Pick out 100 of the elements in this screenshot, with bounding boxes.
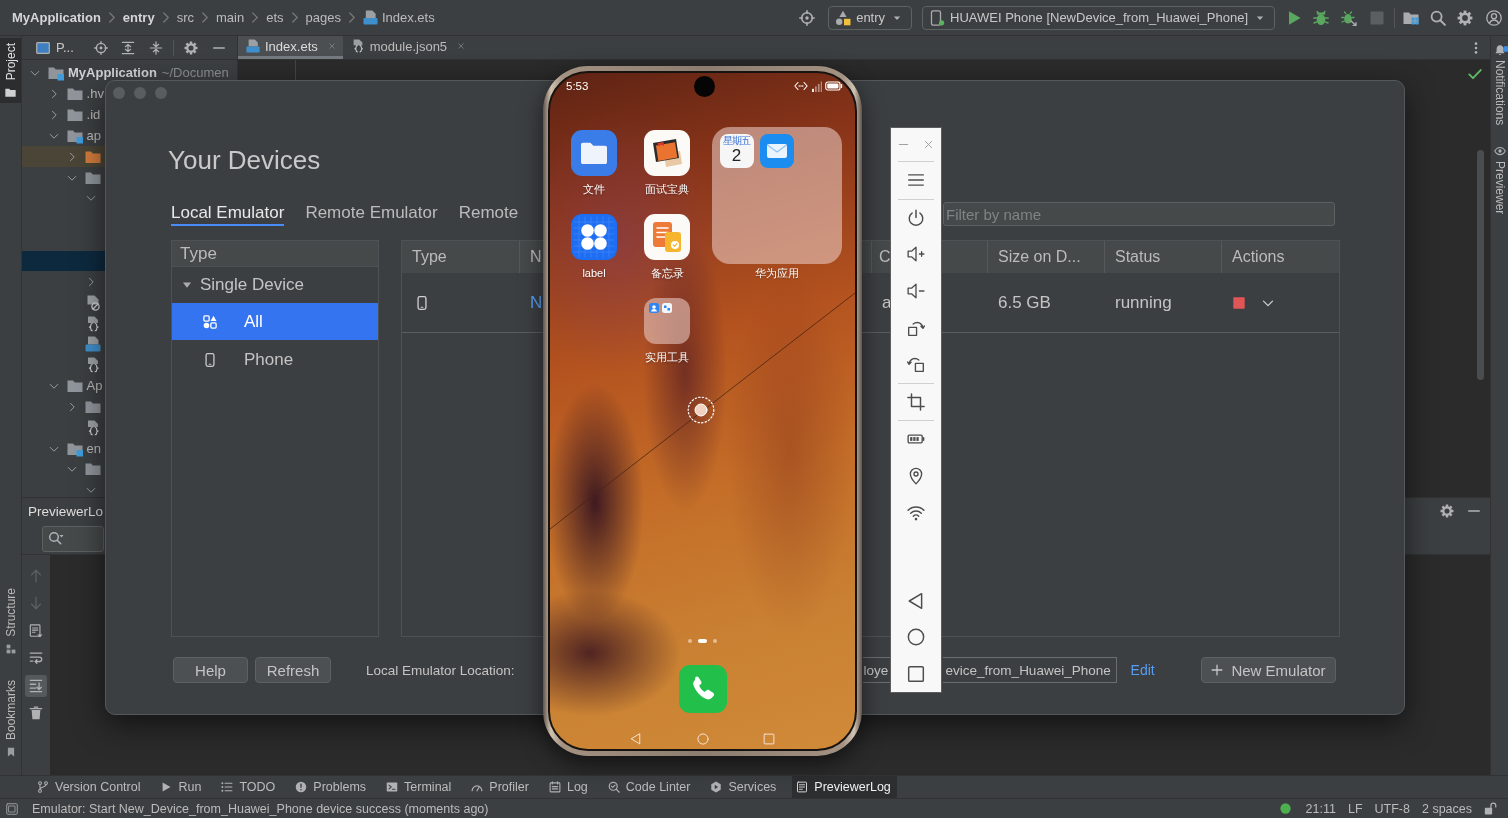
tree-item[interactable]: ap [22,125,105,147]
settings-icon[interactable] [1457,9,1473,26]
recents-icon[interactable] [907,664,925,683]
tree-item[interactable]: Ap [22,375,105,397]
app-folder[interactable] [644,298,690,344]
tool-window-button[interactable]: Run [156,776,208,798]
tool-window-button[interactable]: Problems [291,776,373,798]
back-icon[interactable] [907,591,925,610]
edit-link[interactable]: Edit [1130,662,1155,678]
tool-window-button[interactable]: Profiler [467,776,535,798]
expand-all-icon[interactable] [120,40,135,55]
device-group-item[interactable]: Single Device [172,267,378,303]
new-emulator-button[interactable]: New Emulator [1201,657,1336,683]
app-shortcut[interactable]: 备忘录 [644,214,690,280]
module-selector[interactable]: entry [828,5,913,30]
search-field[interactable] [42,526,104,552]
tool-window-button[interactable]: TODO [217,776,282,798]
scroll-to-end-button[interactable] [25,674,47,697]
tool-window-button[interactable]: PreviewerLog [792,776,897,798]
volume-down-icon[interactable] [907,282,925,301]
crop-icon[interactable] [907,392,925,411]
column-title[interactable]: Actions [1232,248,1285,265]
dialog-tab[interactable]: Remote [458,202,519,226]
chevron-down-icon[interactable] [30,68,40,79]
editor-tab[interactable]: module.json5 [342,36,473,59]
wifi-icon[interactable] [907,503,925,522]
device-selector[interactable]: HUAWEI Phone [NewDevice_from_Huawei_Phone] [922,5,1275,30]
tool-window-button[interactable]: Log [544,776,594,798]
app-folder[interactable]: 星期五 2 [711,127,842,264]
tree-item[interactable] [22,146,105,168]
tree-item[interactable]: .id [22,104,105,126]
column-title[interactable]: C [879,248,891,265]
caret-position[interactable]: 21:11 [1305,801,1336,816]
filter-field[interactable]: Filter by name [943,202,1335,226]
breadcrumb-item[interactable]: pages [305,10,341,25]
tree-item[interactable]: en [22,438,105,460]
breadcrumb-item[interactable]: ets [266,10,284,25]
stop-icon[interactable] [1232,295,1246,310]
dialog-tab[interactable]: Local Emulator [171,202,285,226]
mail-app-icon[interactable] [759,134,794,168]
tool-window-button[interactable]: Code Linter [603,776,697,798]
tool-window-tab[interactable]: Project [0,38,21,104]
tree-item[interactable]: .hv [22,83,105,105]
breadcrumb-item[interactable]: entry [122,10,155,25]
crosshair-icon[interactable] [93,40,108,55]
location-field[interactable]: evice_from_Huawei_Phone [942,657,1117,683]
chevron-down-icon[interactable] [67,464,78,475]
calendar-tile[interactable]: 星期五 2 [719,134,754,168]
breadcrumb-item[interactable]: src [176,10,194,25]
dialog-button[interactable]: Help [173,657,248,683]
chevron-down-icon[interactable] [48,381,59,392]
panel-title[interactable]: P... [56,40,74,55]
scrollbar[interactable] [1477,150,1484,380]
page-dot-icon[interactable] [688,639,692,643]
phone-app-icon[interactable] [678,665,727,713]
tool-window-button[interactable]: Services [706,776,783,798]
unlocked-padlock-icon[interactable] [1484,802,1497,815]
editor-tab[interactable]: Index.ets [238,36,343,59]
power-icon[interactable] [907,208,925,227]
breadcrumb-item[interactable]: MyApplication [12,10,101,25]
app-shortcut[interactable]: 面试宝典 [644,130,690,196]
volume-up-icon[interactable] [907,245,925,264]
tool-window-button[interactable]: Version Control [33,776,147,798]
close-icon[interactable] [457,42,466,50]
location-pin-icon[interactable] [907,467,925,486]
tool-window-tab[interactable]: Structure [0,583,21,659]
settings-icon[interactable] [1440,504,1454,518]
device-type-item[interactable]: Phone [172,340,378,380]
device-type-item[interactable]: All [172,303,378,340]
tool-window-button[interactable]: Terminal [382,776,458,798]
column-title[interactable]: Size on D... [998,248,1081,265]
close-icon[interactable] [327,42,336,50]
collapse-all-icon[interactable] [148,40,163,55]
chevron-down-icon[interactable] [85,193,96,204]
chevron-down-icon[interactable] [85,485,96,496]
triangle-down-icon[interactable] [182,280,192,290]
bug-arrow-icon[interactable] [1341,9,1357,26]
nested-squares-icon[interactable] [6,802,18,815]
settings-icon[interactable] [183,40,198,55]
tool-window-tab[interactable]: Notifications [1492,42,1507,128]
chevron-right-icon[interactable] [67,401,78,412]
crosshair-icon[interactable] [799,9,816,26]
dialog-button[interactable]: Refresh [255,657,331,683]
tool-window-tab[interactable]: Previewer [1492,143,1507,217]
tool-window-tab[interactable]: Bookmarks [0,674,21,762]
indent-setting[interactable]: 2 spaces [1421,801,1472,816]
app-shortcut[interactable]: label [571,214,617,280]
home-icon[interactable] [907,628,925,647]
run-icon[interactable] [1286,9,1302,26]
bug-icon[interactable] [1313,9,1329,26]
chevron-right-icon[interactable] [67,151,78,162]
app-shortcut[interactable]: 文件 [571,130,617,196]
breadcrumb-item[interactable]: main [216,10,245,25]
rotate-left-icon[interactable] [907,355,925,374]
column-title[interactable]: N [530,248,542,265]
breadcrumb-item[interactable]: Index.ets [381,10,435,25]
column-title[interactable]: Type [412,248,447,265]
close-icon[interactable] [923,139,934,150]
device-name-link[interactable]: N [530,292,543,313]
column-title[interactable]: Status [1115,248,1161,265]
